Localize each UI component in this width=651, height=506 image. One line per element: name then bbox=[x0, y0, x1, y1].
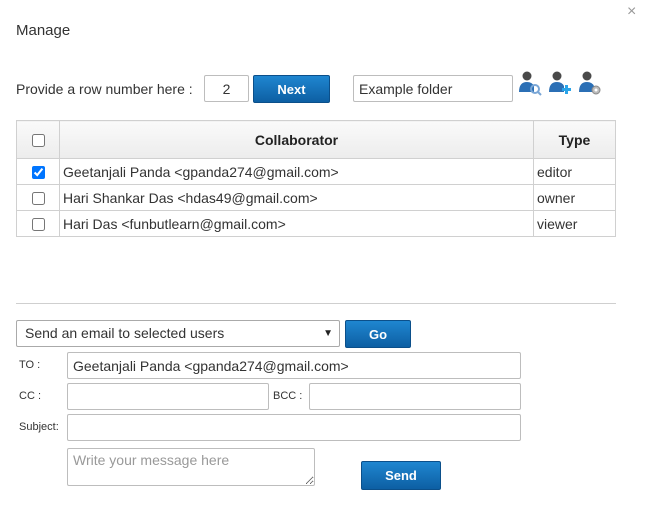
table-row: Hari Shankar Das <hdas49@gmail.com> owne… bbox=[16, 184, 616, 211]
type-cell: editor bbox=[533, 158, 616, 185]
table-row: Geetanjali Panda <gpanda274@gmail.com> e… bbox=[16, 158, 616, 185]
bcc-field[interactable] bbox=[309, 383, 521, 410]
send-button[interactable]: Send bbox=[361, 461, 441, 490]
type-header: Type bbox=[533, 120, 616, 159]
collaborator-cell: Hari Shankar Das <hdas49@gmail.com> bbox=[59, 184, 534, 211]
collaborator-cell: Geetanjali Panda <gpanda274@gmail.com> bbox=[59, 158, 534, 185]
close-icon[interactable]: × bbox=[627, 4, 636, 20]
email-action-value: Send an email to selected users bbox=[25, 325, 225, 341]
collaborator-table: Collaborator Type Geetanjali Panda <gpan… bbox=[16, 120, 616, 237]
to-label: TO : bbox=[19, 359, 41, 371]
table-row: Hari Das <funbutlearn@gmail.com> viewer bbox=[16, 210, 616, 237]
type-cell: owner bbox=[533, 184, 616, 211]
row-number-label: Provide a row number here : bbox=[16, 81, 193, 97]
bcc-label: BCC : bbox=[273, 390, 303, 402]
row-checkbox[interactable] bbox=[31, 166, 45, 180]
row-checkbox[interactable] bbox=[31, 192, 45, 206]
message-textarea[interactable] bbox=[67, 448, 315, 486]
subject-field[interactable] bbox=[67, 414, 521, 441]
row-checkbox[interactable] bbox=[31, 218, 45, 232]
search-user-icon[interactable] bbox=[518, 70, 542, 96]
collaborator-header: Collaborator bbox=[59, 120, 534, 159]
select-all-checkbox[interactable] bbox=[31, 134, 45, 148]
user-settings-icon[interactable] bbox=[578, 70, 602, 96]
folder-name-input[interactable] bbox=[353, 75, 513, 102]
add-user-icon[interactable] bbox=[548, 70, 572, 96]
email-action-select[interactable]: Send an email to selected users ▼ bbox=[16, 320, 340, 347]
select-all-cell bbox=[16, 120, 60, 159]
section-divider bbox=[16, 303, 616, 304]
next-button[interactable]: Next bbox=[253, 75, 330, 103]
row-number-input[interactable] bbox=[204, 75, 249, 102]
go-button[interactable]: Go bbox=[345, 320, 411, 348]
dropdown-arrow-icon: ▼ bbox=[323, 328, 333, 339]
dialog-title: Manage bbox=[16, 22, 71, 39]
to-field[interactable] bbox=[67, 352, 521, 379]
subject-label: Subject: bbox=[19, 421, 59, 433]
collaborator-cell: Hari Das <funbutlearn@gmail.com> bbox=[59, 210, 534, 237]
type-cell: viewer bbox=[533, 210, 616, 237]
cc-field[interactable] bbox=[67, 383, 269, 410]
cc-label: CC : bbox=[19, 390, 41, 402]
